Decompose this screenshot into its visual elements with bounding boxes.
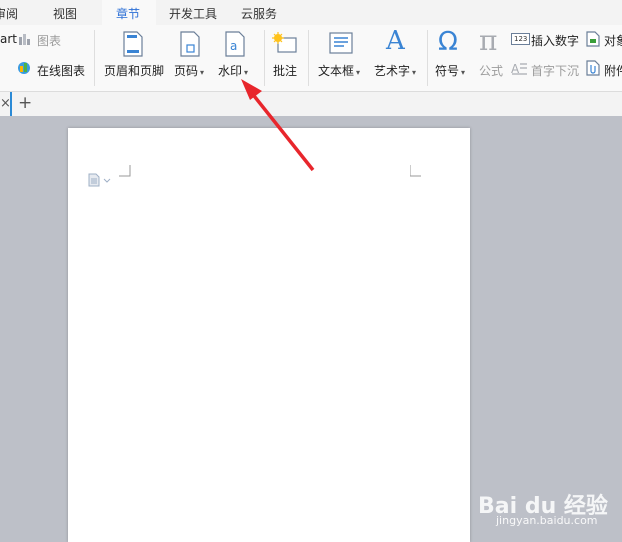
formula-button[interactable]: 公式	[479, 62, 503, 79]
online-chart-button[interactable]: 在线图表	[37, 62, 85, 79]
ribbon-separator	[264, 30, 265, 86]
insert-number-icon: 123	[511, 33, 531, 45]
menu-bar: 审阅 视图 章节 开发工具 云服务	[0, 0, 622, 26]
chevron-down-icon: ▾	[244, 68, 249, 77]
margin-corner-top-right	[410, 165, 421, 177]
paragraph-options-icon[interactable]	[88, 173, 114, 187]
document-page[interactable]	[68, 128, 470, 542]
chevron-down-icon: ▾	[200, 68, 205, 77]
tab-developer-tools[interactable]: 开发工具	[169, 5, 217, 22]
header-footer-icon	[123, 31, 143, 57]
header-footer-button[interactable]: 页眉和页脚	[104, 62, 164, 79]
tab-review[interactable]: 审阅	[0, 5, 18, 22]
page-number-icon	[180, 31, 200, 57]
dropcap-icon: A	[511, 62, 527, 75]
attachment-icon	[586, 60, 600, 76]
smartart-button[interactable]: art	[0, 32, 17, 46]
comment-button[interactable]: 批注	[273, 62, 297, 79]
textbox-icon	[329, 32, 353, 54]
active-doc-tab-edge	[10, 92, 12, 116]
dropcap-button[interactable]: 首字下沉	[531, 62, 579, 79]
new-tab-button[interactable]: +	[18, 93, 32, 113]
watermark-url: jingyan.baidu.com	[496, 514, 598, 527]
page-number-button[interactable]: 页码 ▾	[174, 62, 204, 79]
symbol-icon: Ω	[438, 27, 458, 57]
chart-icon	[19, 34, 30, 45]
chevron-down-icon: ▾	[461, 68, 466, 77]
comment-icon	[272, 32, 297, 53]
chevron-down-icon: ▾	[412, 68, 417, 77]
svg-text:A: A	[511, 62, 520, 75]
wordart-label: 艺术字	[374, 64, 411, 78]
object-icon	[586, 31, 600, 47]
chart-button[interactable]: 图表	[37, 32, 61, 49]
chevron-down-icon: ▾	[356, 68, 361, 77]
margin-corner-top-left	[119, 165, 131, 177]
watermark-icon: a	[225, 31, 245, 57]
insert-number-button[interactable]: 插入数字	[531, 32, 579, 49]
watermark-glyph: a	[230, 39, 237, 53]
ribbon-separator	[308, 30, 309, 86]
symbol-button[interactable]: 符号 ▾	[435, 62, 465, 79]
formula-icon: π	[479, 24, 498, 57]
tab-view[interactable]: 视图	[53, 5, 77, 22]
tab-cloud-service[interactable]: 云服务	[241, 5, 277, 22]
ribbon-separator	[427, 30, 428, 86]
online-chart-icon	[18, 62, 30, 74]
wordart-icon: A	[386, 26, 405, 56]
textbox-button[interactable]: 文本框 ▾	[318, 62, 360, 79]
tab-chapter[interactable]: 章节	[116, 5, 140, 22]
wordart-button[interactable]: 艺术字 ▾	[374, 62, 416, 79]
attachment-button[interactable]: 附件	[604, 62, 622, 79]
watermark-button[interactable]: 水印 ▾	[218, 62, 248, 79]
ribbon-separator	[94, 30, 95, 86]
watermark-label: 水印	[218, 64, 243, 78]
symbol-label: 符号	[435, 64, 460, 78]
document-tab-bar	[0, 92, 622, 116]
page-number-label: 页码	[174, 64, 199, 78]
textbox-label: 文本框	[318, 64, 355, 78]
object-button[interactable]: 对象	[604, 32, 622, 49]
